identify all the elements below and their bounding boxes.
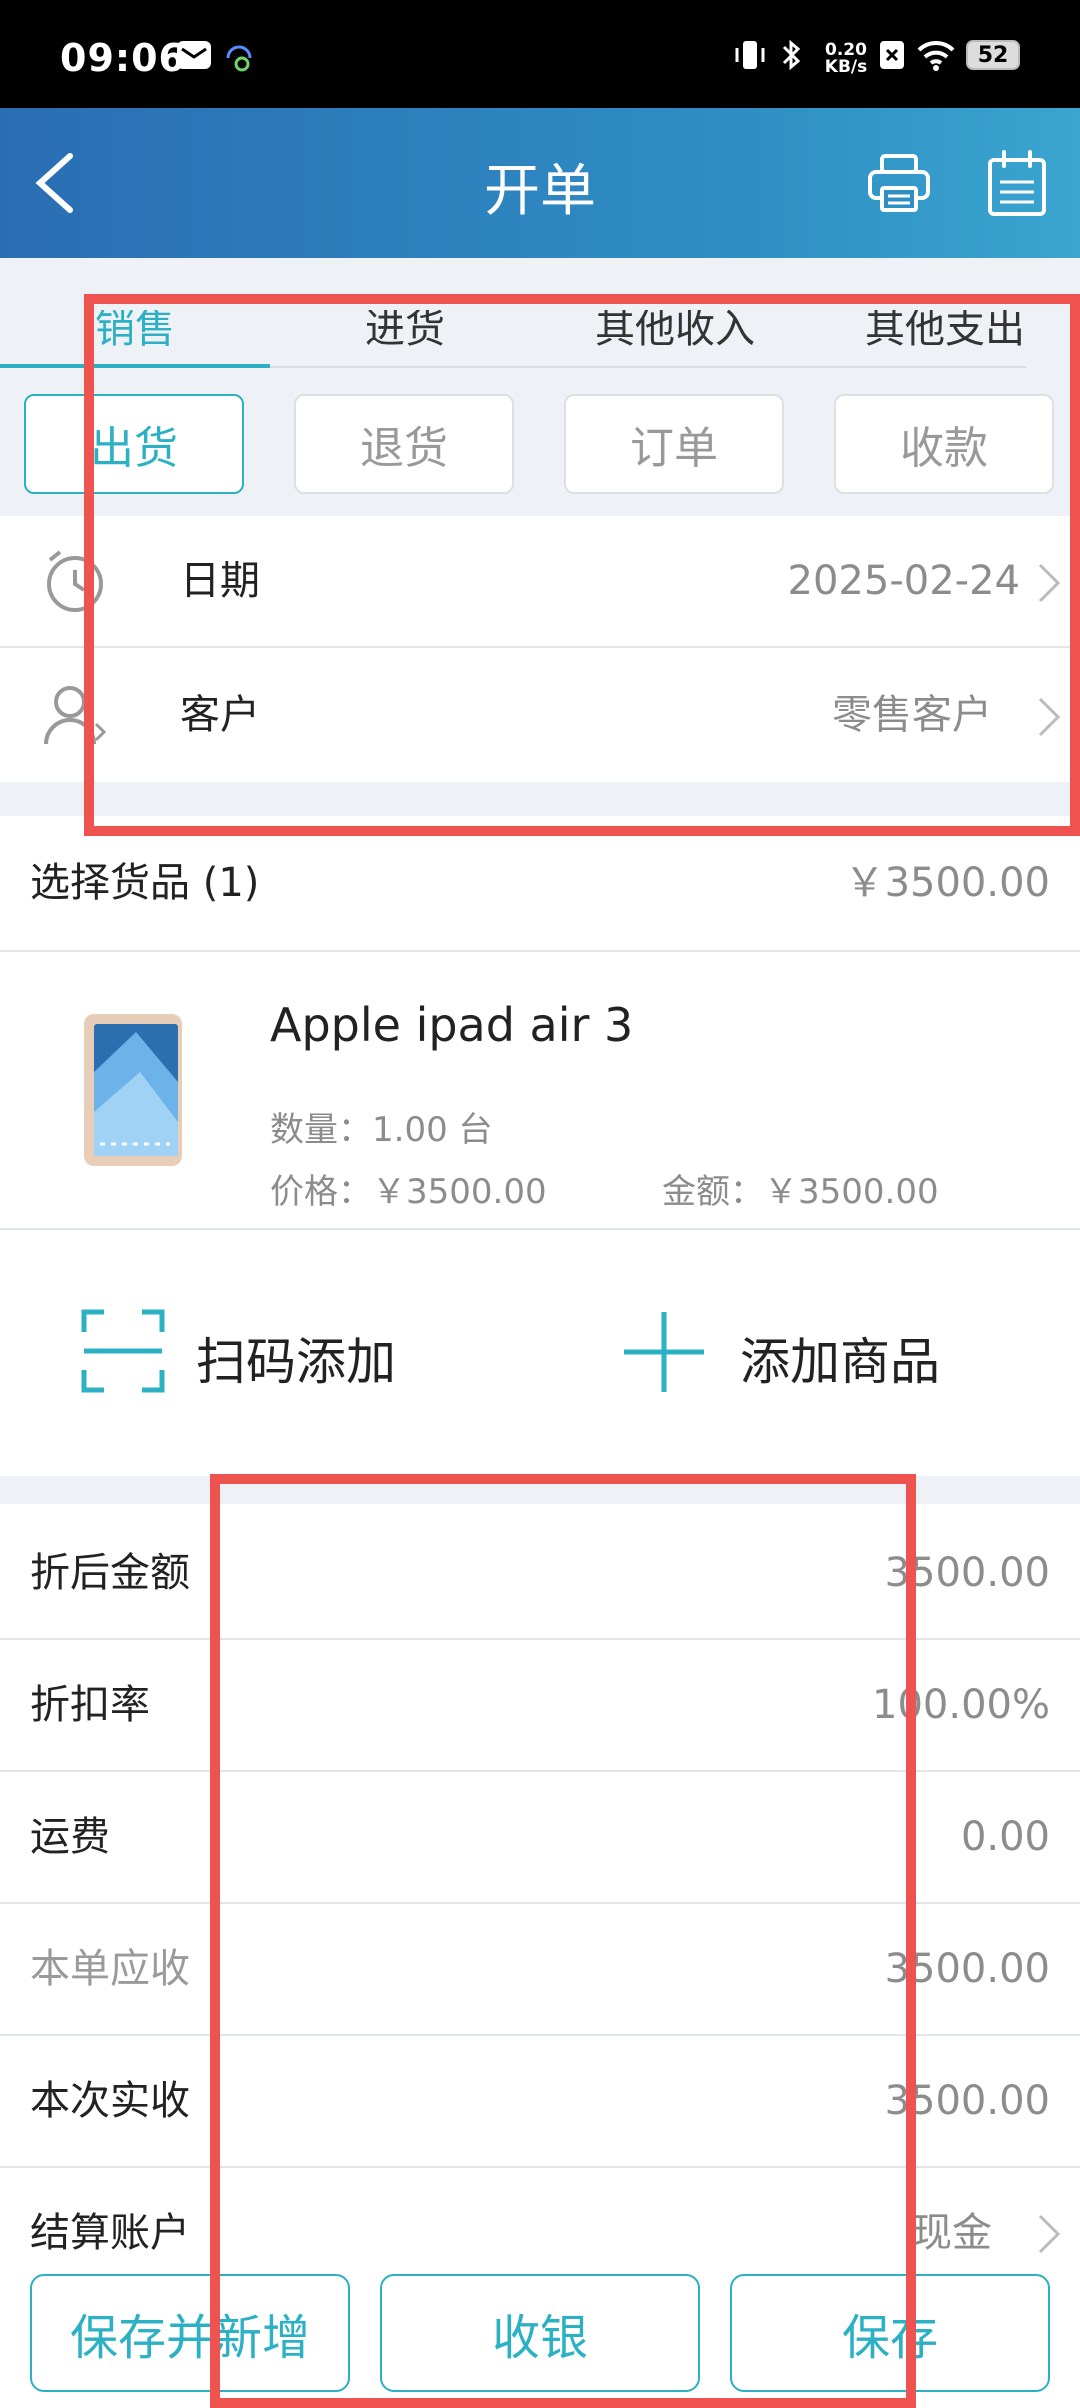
date-value: 2025-02-24	[787, 558, 1020, 604]
person-icon	[40, 680, 110, 754]
summary-label: 折后金额	[30, 1550, 190, 1596]
orders-button[interactable]	[986, 148, 1048, 218]
battery-icon: 52	[966, 40, 1020, 70]
speed-unit: KB/s	[824, 57, 868, 77]
customer-row[interactable]: 客户 零售客户	[0, 650, 1080, 780]
plus-icon	[624, 1312, 704, 1392]
network-speed: 0.20 KB/s	[818, 42, 874, 76]
sub-tab-label: 订单	[630, 423, 718, 474]
divider	[0, 646, 1080, 648]
tab-label: 进货	[365, 306, 445, 352]
goods-header-total: ￥3500.00	[844, 860, 1050, 906]
status-time: 09:06	[60, 36, 186, 80]
info-card: 日期 2025-02-24 客户 零售客户	[0, 516, 1080, 782]
tab-label-clip	[0, 258, 1080, 310]
vibrate-icon	[732, 38, 768, 72]
summary-row-discounted-amount[interactable]: 折后金额 3500.00	[0, 1508, 1080, 1638]
scan-add-label: 扫码添加	[196, 1333, 396, 1391]
product-thumbnail	[80, 1012, 188, 1172]
summary-value: 3500.00	[884, 1550, 1050, 1596]
headset-icon	[224, 38, 254, 72]
tab-label: 销售	[95, 306, 175, 352]
tab-divider	[270, 366, 1026, 368]
mail-icon	[176, 38, 212, 72]
sub-tab-label: 收款	[900, 423, 988, 474]
sub-tab-order[interactable]: 订单	[564, 394, 784, 494]
printer-icon	[868, 154, 930, 212]
tab-label: 其他收入	[595, 306, 755, 352]
summary-value: 0.00	[960, 1814, 1050, 1860]
sub-tab-label: 出货	[90, 423, 178, 474]
button-label: 保存	[841, 2310, 938, 2366]
tab-underline	[0, 364, 270, 368]
chevron-right-icon	[1036, 695, 1062, 743]
battery-level: 52	[977, 42, 1009, 68]
tab-label: 其他支出	[865, 306, 1025, 352]
save-button[interactable]: 保存	[730, 2274, 1050, 2392]
checkout-button[interactable]: 收银	[380, 2274, 700, 2392]
summary-row-receivable: 本单应收 3500.00	[0, 1904, 1080, 2034]
sub-tab-label: 退货	[360, 423, 448, 474]
product-quantity: 数量：1.00 台	[270, 1110, 493, 1150]
date-row[interactable]: 日期 2025-02-24	[0, 516, 1080, 646]
summary-row-shipping[interactable]: 运费 0.00	[0, 1772, 1080, 1902]
scan-add-button[interactable]: 扫码添加	[80, 1304, 410, 1400]
summary-row-discount-rate[interactable]: 折扣率 100.00%	[0, 1640, 1080, 1770]
bluetooth-icon	[776, 38, 806, 72]
summary-label: 折扣率	[30, 1682, 150, 1728]
summary-row-received[interactable]: 本次实收 3500.00	[0, 2036, 1080, 2166]
add-product-button[interactable]: 添加商品	[620, 1304, 950, 1400]
product-item[interactable]: Apple ipad air 3 数量：1.00 台 价格：￥3500.00 金…	[0, 952, 1080, 1228]
print-button[interactable]	[866, 150, 932, 216]
chevron-right-icon	[1036, 561, 1062, 609]
summary-value: 3500.00	[884, 2078, 1050, 2124]
summary-value: 100.00%	[872, 1682, 1050, 1728]
summary-label: 运费	[30, 1814, 110, 1860]
chevron-right-icon	[1036, 2212, 1062, 2260]
app-bar: 开单	[0, 108, 1080, 258]
scan-icon	[81, 1309, 165, 1393]
clipboard-icon	[988, 150, 1046, 216]
customer-label: 客户	[180, 692, 260, 738]
tabs-area: 销售 进货 其他收入 其他支出 出货 退货 订单 收款	[0, 258, 1080, 516]
summary-label: 本次实收	[30, 2078, 190, 2124]
button-label: 保存并新增	[69, 2310, 310, 2366]
summary-value: 3500.00	[884, 1946, 1050, 1992]
customer-value: 零售客户	[832, 692, 992, 738]
wifi-icon	[916, 38, 956, 72]
save-and-new-button[interactable]: 保存并新增	[30, 2274, 350, 2392]
sub-tab-ship[interactable]: 出货	[24, 394, 244, 494]
date-label: 日期	[180, 558, 260, 604]
summary-label: 本单应收	[30, 1946, 190, 1992]
product-price: 价格：￥3500.00	[270, 1172, 547, 1212]
goods-header-label[interactable]: 选择货品 (1)	[30, 850, 259, 908]
no-sim-icon	[878, 38, 906, 72]
clock-icon	[40, 546, 110, 620]
product-name: Apple ipad air 3	[270, 998, 634, 1052]
status-bar: 09:06 0.20 KB/s 52	[0, 0, 1080, 108]
sub-tab-return[interactable]: 退货	[294, 394, 514, 494]
section-separator	[0, 782, 1080, 816]
product-amount: 金额：￥3500.00	[662, 1172, 939, 1212]
sub-tab-payment[interactable]: 收款	[834, 394, 1054, 494]
divider	[0, 1228, 1080, 1230]
add-product-label: 添加商品	[740, 1333, 940, 1391]
button-label: 收银	[491, 2310, 588, 2366]
section-separator	[0, 1476, 1080, 1504]
